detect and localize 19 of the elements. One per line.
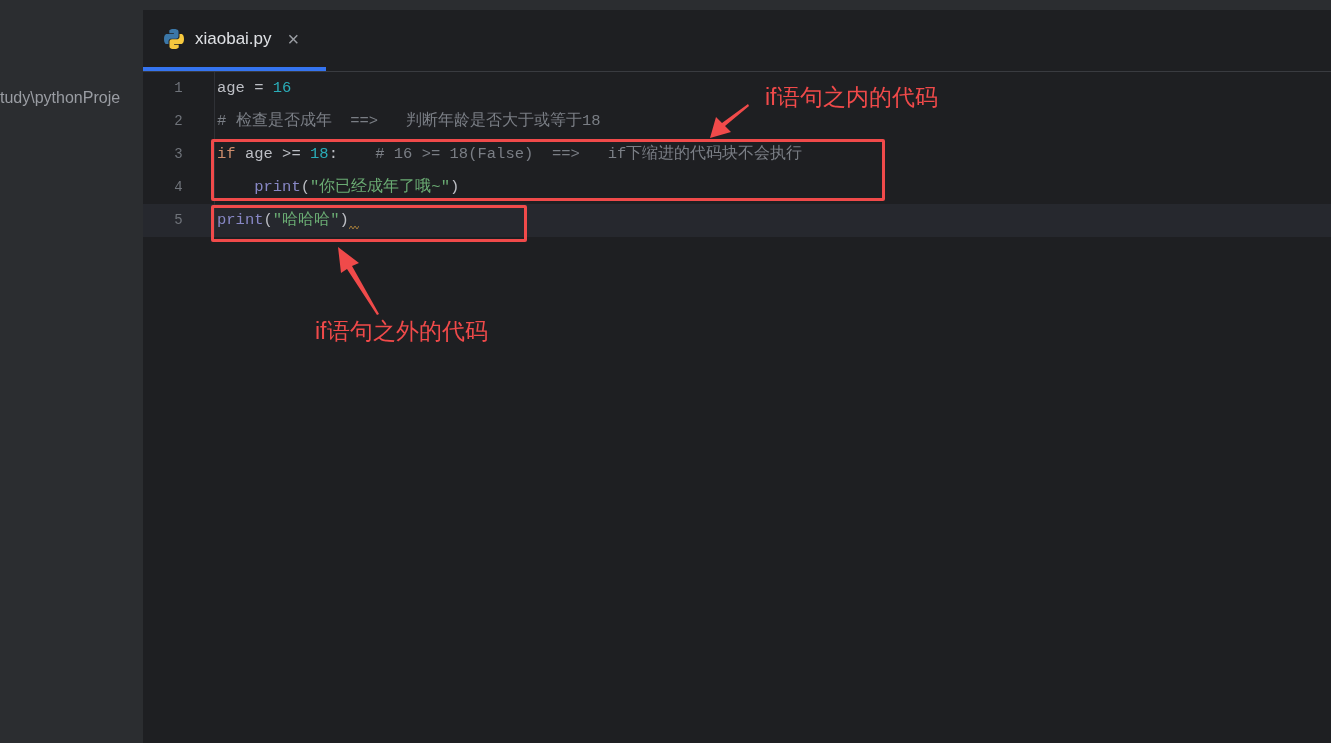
- line-number: 5: [173, 211, 184, 230]
- code-line: if age >= 18: # 16 >= 18(False) ==> if下缩进的代码块不会执行: [217, 143, 803, 165]
- annotation-arrow: [708, 103, 750, 140]
- line-number: 3: [173, 145, 184, 164]
- code-line: age = 16: [217, 77, 292, 99]
- warning-squiggle-icon: [348, 225, 359, 230]
- line-number: 2: [173, 112, 184, 131]
- close-icon[interactable]: ×: [287, 23, 300, 54]
- annotation-arrow: [336, 245, 380, 315]
- line-number: 1: [173, 79, 184, 98]
- code-line: print("哈哈哈"): [217, 209, 349, 231]
- annotation-label: if语句之内的代码: [765, 83, 938, 112]
- code-line: # 检查是否成年 ==> 判断年龄是否大于或等于18: [217, 110, 601, 132]
- file-tab[interactable]: xiaobai.py ×: [143, 10, 326, 71]
- code-line: print("你已经成年了哦~"): [253, 176, 460, 198]
- line-number: 4: [173, 178, 184, 197]
- python-file-icon: [163, 27, 185, 50]
- annotation-label: if语句之外的代码: [315, 317, 488, 346]
- project-path: tudy\pythonProje: [0, 88, 121, 108]
